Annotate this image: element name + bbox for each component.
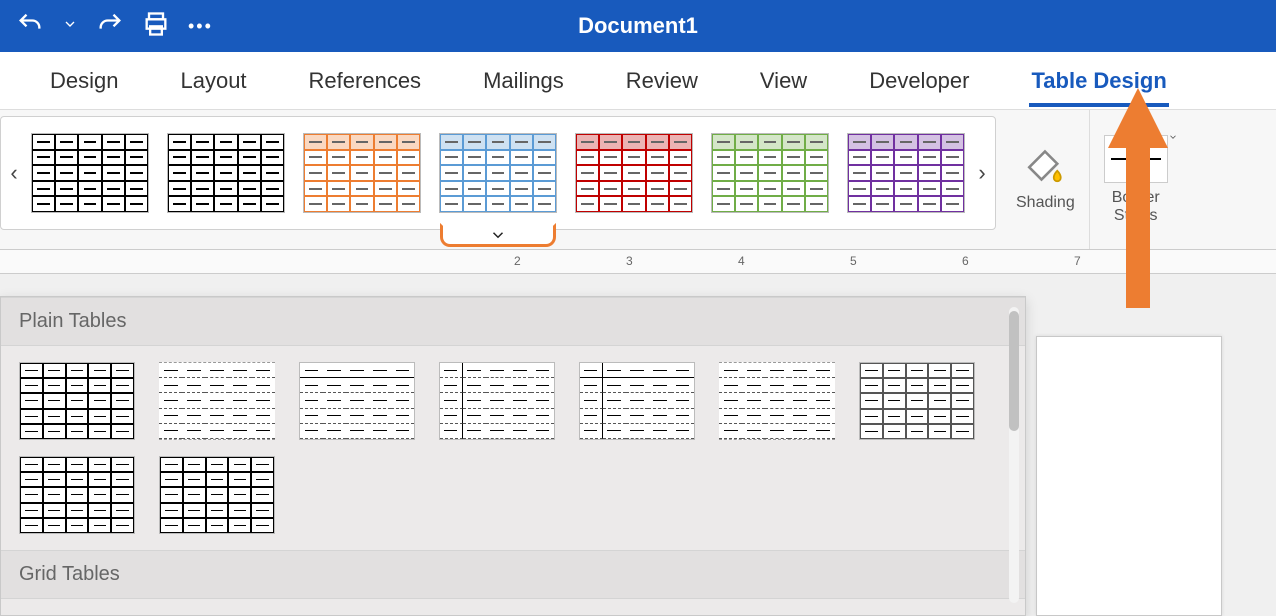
table-style-blue[interactable] — [439, 133, 557, 213]
tab-view[interactable]: View — [758, 56, 809, 106]
tab-design[interactable]: Design — [48, 56, 120, 106]
tab-table-design[interactable]: Table Design — [1029, 56, 1168, 106]
table-styles-gallery-dropdown: Plain Tables Grid Tables — [0, 296, 1026, 616]
more-commands-button[interactable]: ••• — [188, 16, 213, 37]
tab-mailings[interactable]: Mailings — [481, 56, 566, 106]
plain-tables-grid — [1, 346, 1025, 456]
gallery-section-plain-tables: Plain Tables — [1, 297, 1025, 346]
border-style-swatch — [1104, 135, 1168, 183]
tab-review[interactable]: Review — [624, 56, 700, 106]
ruler-mark: 5 — [850, 254, 857, 268]
table-style-purple[interactable] — [847, 133, 965, 213]
table-styles-gallery: ‹ › — [0, 116, 996, 230]
chevron-down-icon — [489, 226, 507, 244]
ruler-mark: 2 — [514, 254, 521, 268]
table-style-red[interactable] — [575, 133, 693, 213]
quick-access-toolbar: ••• — [16, 10, 213, 43]
undo-button[interactable] — [16, 10, 44, 43]
undo-history-dropdown[interactable] — [62, 16, 78, 37]
paint-bucket-icon — [1024, 148, 1066, 190]
table-style-bold-border[interactable] — [167, 133, 285, 213]
plain-table-6[interactable] — [719, 362, 835, 440]
table-style-green[interactable] — [711, 133, 829, 213]
gallery-section-grid-tables: Grid Tables — [1, 550, 1025, 599]
redo-button[interactable] — [96, 10, 124, 43]
chevron-down-icon — [1168, 132, 1178, 142]
plain-table-8[interactable] — [19, 456, 135, 534]
ribbon-tabs: Design Layout References Mailings Review… — [0, 52, 1276, 110]
horizontal-ruler[interactable]: 2 3 4 5 6 7 — [0, 250, 1276, 274]
styles-scroll-left[interactable]: ‹ — [1, 117, 27, 229]
border-styles-label: Border Styles — [1112, 189, 1160, 224]
plain-table-4[interactable] — [439, 362, 555, 440]
gallery-scrollbar[interactable] — [1009, 307, 1019, 603]
plain-table-9[interactable] — [159, 456, 275, 534]
ruler-mark: 6 — [962, 254, 969, 268]
table-style-plain[interactable] — [31, 133, 149, 213]
tab-layout[interactable]: Layout — [178, 56, 248, 106]
document-title: Document1 — [578, 13, 698, 39]
ruler-mark: 7 — [1074, 254, 1081, 268]
table-styles-expand-button[interactable] — [440, 223, 556, 247]
plain-table-7[interactable] — [859, 362, 975, 440]
styles-scroll-right[interactable]: › — [969, 117, 995, 229]
ruler-mark: 3 — [626, 254, 633, 268]
plain-table-3[interactable] — [299, 362, 415, 440]
tab-developer[interactable]: Developer — [867, 56, 971, 106]
titlebar: ••• Document1 — [0, 0, 1276, 52]
shading-button[interactable]: Shading — [1002, 110, 1089, 249]
ribbon-content: ‹ › Shading Border Styles — [0, 110, 1276, 250]
print-button[interactable] — [142, 10, 170, 43]
tab-references[interactable]: References — [307, 56, 424, 106]
border-styles-button[interactable]: Border Styles — [1089, 110, 1182, 249]
shading-label: Shading — [1016, 194, 1075, 212]
plain-table-5[interactable] — [579, 362, 695, 440]
ruler-mark: 4 — [738, 254, 745, 268]
table-style-orange[interactable] — [303, 133, 421, 213]
plain-table-1[interactable] — [19, 362, 135, 440]
document-page — [1036, 336, 1222, 616]
plain-table-2[interactable] — [159, 362, 275, 440]
